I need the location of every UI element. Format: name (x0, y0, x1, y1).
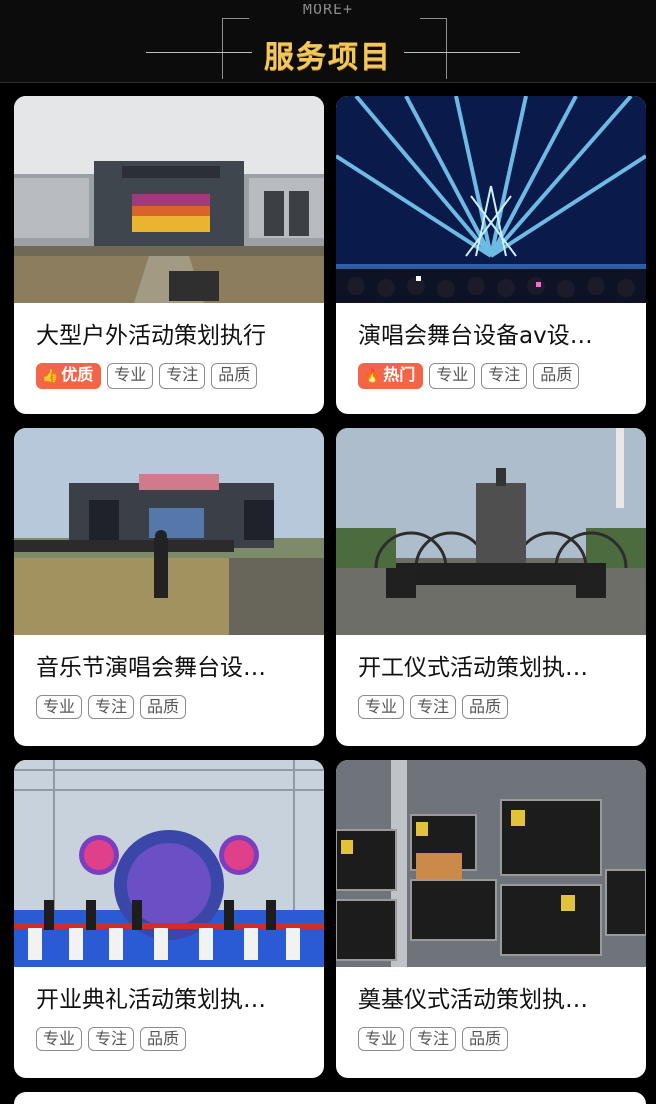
service-image (336, 428, 646, 635)
section-header: MORE+ 服务项目 (0, 0, 656, 83)
service-card[interactable]: 大型户外活动策划执行 👍 优质 专业 专注 品质 (14, 96, 324, 414)
service-image (336, 760, 646, 967)
service-card[interactable]: 音乐节演唱会舞台设… 专业 专注 品质 (14, 428, 324, 746)
service-card[interactable]: 开业典礼活动策划执… 专业 专注 品质 (14, 760, 324, 1078)
tag: 专业 (36, 1027, 83, 1051)
service-card[interactable]: 开工仪式活动策划执… 专业 专注 品质 (336, 428, 646, 746)
tag: 专注 (481, 363, 528, 389)
section-title: 服务项目 (264, 40, 392, 75)
tag: 专注 (159, 363, 206, 389)
tag: 品质 (462, 1027, 509, 1051)
quality-badge: 👍 优质 (36, 363, 102, 389)
service-image (14, 428, 324, 635)
service-image (14, 760, 324, 967)
tag-list: 专业 专注 品质 (358, 695, 646, 719)
tag: 专注 (410, 695, 457, 719)
service-image (336, 96, 646, 303)
tag: 专业 (358, 695, 405, 719)
service-title: 开工仪式活动策划执… (358, 655, 588, 681)
tag: 专业 (358, 1027, 405, 1051)
badge-label: 优质 (61, 365, 94, 384)
tag-list: 专业 专注 品质 (358, 1027, 646, 1051)
service-grid: 大型户外活动策划执行 👍 优质 专业 专注 品质 演唱会舞台设备av设… 🔥 热… (14, 96, 646, 1078)
tag: 品质 (211, 363, 258, 389)
fire-icon: 🔥 (364, 369, 381, 384)
tag: 专业 (36, 695, 83, 719)
badge-label: 热门 (383, 365, 416, 384)
tag: 专注 (410, 1027, 457, 1051)
service-card[interactable]: 演唱会舞台设备av设… 🔥 热门 专业 专注 品质 (336, 96, 646, 414)
more-link[interactable]: MORE+ (0, 4, 656, 18)
service-card[interactable]: 奠基仪式活动策划执… 专业 专注 品质 (336, 760, 646, 1078)
tag: 专注 (88, 695, 135, 719)
service-image (14, 96, 324, 303)
service-title: 音乐节演唱会舞台设… (36, 655, 266, 681)
tag: 品质 (140, 1027, 187, 1051)
tag-list: 专业 专注 品质 (36, 695, 324, 719)
thumbs-up-icon: 👍 (42, 369, 59, 384)
tag: 品质 (140, 695, 187, 719)
service-title: 开业典礼活动策划执… (36, 987, 266, 1013)
tag: 专注 (88, 1027, 135, 1051)
service-title: 奠基仪式活动策划执… (358, 987, 588, 1013)
tag: 品质 (533, 363, 580, 389)
tag: 专业 (107, 363, 154, 389)
service-title: 大型户外活动策划执行 (36, 323, 266, 349)
tag-list: 👍 优质 专业 专注 品质 (36, 363, 324, 389)
tag: 专业 (429, 363, 476, 389)
hot-badge: 🔥 热门 (358, 363, 424, 389)
tag: 品质 (462, 695, 509, 719)
service-title: 演唱会舞台设备av设… (358, 323, 593, 349)
tag-list: 专业 专注 品质 (36, 1027, 324, 1051)
next-card-peek (14, 1092, 646, 1104)
tag-list: 🔥 热门 专业 专注 品质 (358, 363, 646, 389)
